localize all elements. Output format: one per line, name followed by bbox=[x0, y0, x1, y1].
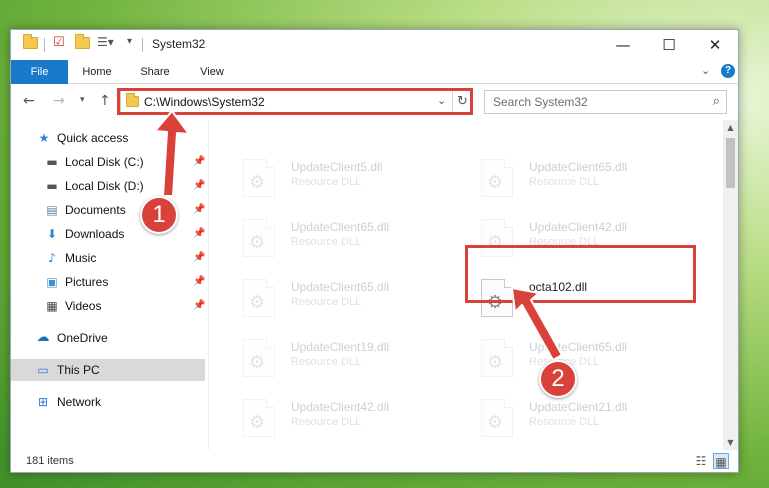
step-2-badge: 2 bbox=[539, 360, 577, 398]
arrow-1 bbox=[154, 110, 190, 197]
annotation-arrows bbox=[154, 110, 563, 361]
arrow-2 bbox=[511, 287, 563, 361]
step-1-badge: 1 bbox=[140, 196, 178, 234]
